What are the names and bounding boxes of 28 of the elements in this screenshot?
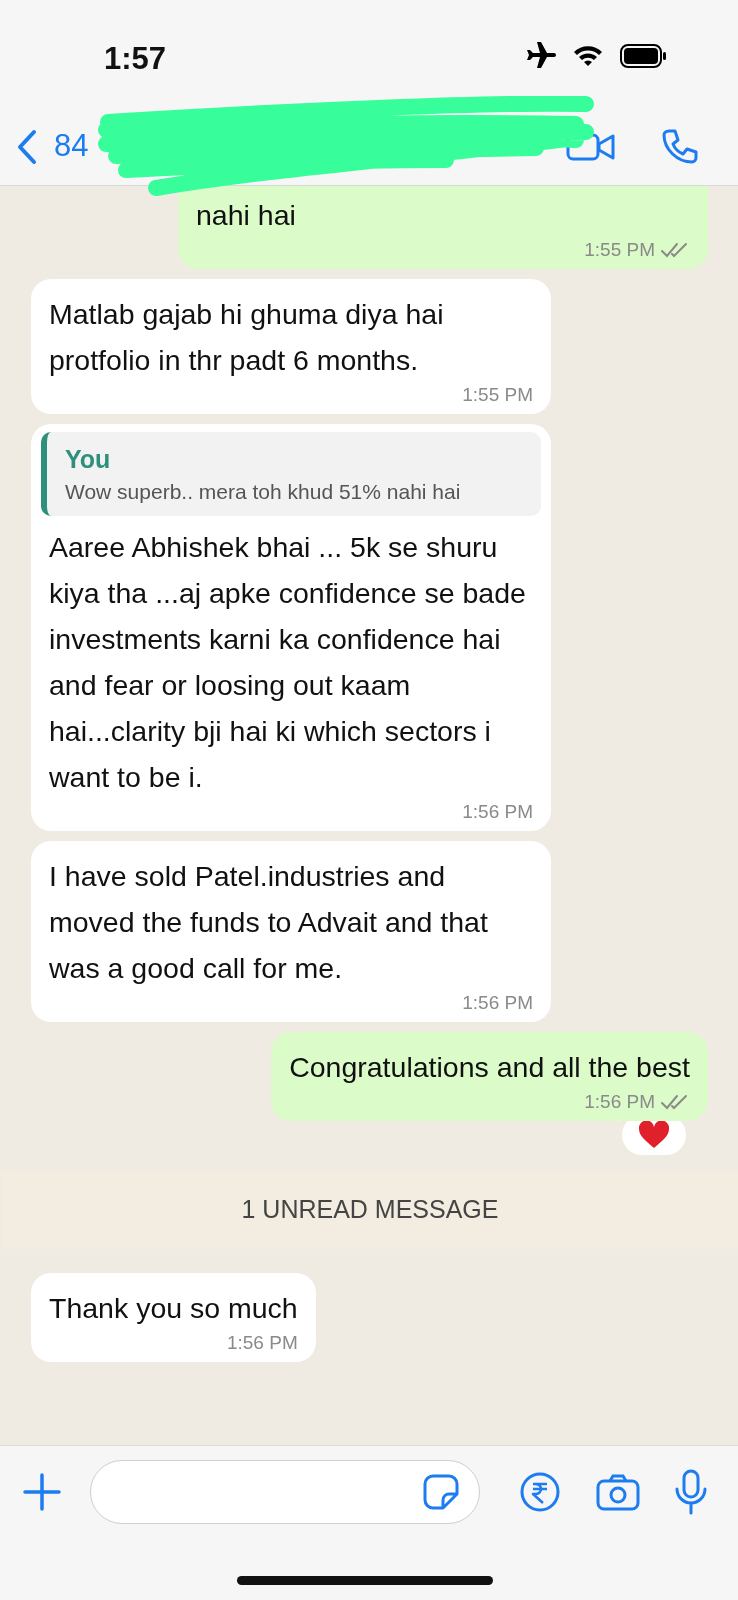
rupee-icon[interactable] bbox=[520, 1472, 560, 1512]
sticker-icon[interactable] bbox=[423, 1474, 459, 1510]
message-text: Thank you so much bbox=[49, 1290, 298, 1326]
phone-icon[interactable] bbox=[660, 127, 698, 166]
heart-icon bbox=[638, 1121, 670, 1150]
message-time: 1:55 PM bbox=[584, 240, 655, 259]
message-time: 1:55 PM bbox=[462, 385, 533, 404]
unread-banner: 1 UNREAD MESSAGE bbox=[1, 1171, 738, 1249]
message-text: Matlab gajab hi ghuma diya hai protfolio in thr padt 6 months. bbox=[49, 297, 445, 378]
plus-icon[interactable] bbox=[22, 1472, 62, 1512]
message-text: nahi hai bbox=[196, 198, 297, 233]
message-time: 1:56 PM bbox=[226, 1332, 298, 1352]
status-time: 1:57 bbox=[104, 40, 167, 78]
message-time: 1:56 PM bbox=[584, 1092, 655, 1112]
quote-text: Wow superb.. mera toh khud 51% nahi hai bbox=[65, 479, 462, 505]
message-time: 1:56 PM bbox=[462, 993, 533, 1013]
battery-icon bbox=[620, 43, 668, 69]
wifi-icon bbox=[572, 43, 604, 69]
message-text: I have sold Patel.industries and moved the funds to Advait and that was a good call for me. bbox=[49, 859, 489, 987]
microphone-icon[interactable] bbox=[674, 1469, 708, 1515]
quote-author: You bbox=[65, 444, 112, 475]
message-time: 1:56 PM bbox=[462, 802, 533, 822]
camera-icon[interactable] bbox=[596, 1473, 640, 1511]
quoted-message[interactable]: You Wow superb.. mera toh khud 51% nahi hai bbox=[41, 432, 541, 517]
chevron-left-icon bbox=[16, 128, 38, 165]
back-button[interactable]: 84 bbox=[16, 123, 89, 170]
message-text: Aaree Abhishek bhai ... 5k se shuru kiya tha ...aj apke confidence se bade investments karni ka confidence hai and fear or loosing out kaam hai...clarity bji hai ki which sectors i want to be i. bbox=[49, 530, 527, 796]
message-text: Congratulations and all the best bbox=[289, 1050, 690, 1086]
